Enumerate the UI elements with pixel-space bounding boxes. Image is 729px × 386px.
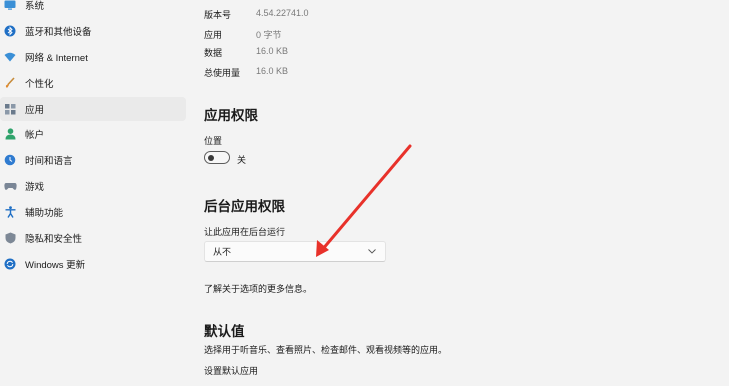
learn-more-link[interactable]: 了解关于选项的更多信息。	[204, 282, 312, 295]
sidebar-item-label: 系统	[25, 1, 45, 12]
accessibility-icon	[3, 205, 17, 219]
location-label: 位置	[204, 136, 223, 146]
settings-sidebar: 系统 蓝牙和其他设备 网络 & Internet 个性化 应用 帐户 时间和语言…	[0, 0, 190, 386]
background-permissions-title: 后台应用权限	[204, 199, 285, 214]
bluetooth-icon	[3, 24, 17, 38]
sidebar-item-label: 网络 & Internet	[25, 53, 88, 64]
sidebar-item-label: 蓝牙和其他设备	[25, 27, 92, 38]
dropdown-selected-value: 从不	[213, 247, 232, 257]
sidebar-item-accessibility[interactable]: 辅助功能	[0, 200, 186, 224]
version-label: 版本号	[204, 10, 232, 20]
defaults-description: 选择用于听音乐、查看照片、检查邮件、观看视频等的应用。	[204, 345, 448, 355]
sidebar-item-bluetooth[interactable]: 蓝牙和其他设备	[0, 19, 186, 43]
privacy-shield-icon	[3, 231, 17, 245]
app-size-label: 应用	[204, 30, 223, 40]
app-settings-content: 版本号 4.54.22741.0 应用 0 字节 数据 16.0 KB 总使用量…	[204, 0, 729, 386]
sidebar-item-windows-update[interactable]: Windows 更新	[0, 252, 186, 276]
app-size-value: 0 字节	[256, 30, 282, 40]
sidebar-item-personalization[interactable]: 个性化	[0, 71, 186, 95]
set-default-apps-link[interactable]: 设置默认应用	[204, 364, 258, 377]
sidebar-item-gaming[interactable]: 游戏	[0, 174, 186, 198]
data-size-value: 16.0 KB	[256, 46, 289, 56]
sidebar-item-privacy[interactable]: 隐私和安全性	[0, 226, 186, 250]
data-size-row: 数据 16.0 KB	[204, 46, 288, 59]
sidebar-item-network[interactable]: 网络 & Internet	[0, 45, 186, 69]
gaming-icon	[3, 179, 17, 193]
defaults-title: 默认值	[204, 324, 245, 339]
apps-icon	[3, 102, 17, 116]
sidebar-item-label: 游戏	[25, 182, 45, 193]
sidebar-item-label: 个性化	[25, 79, 54, 90]
version-row: 版本号 4.54.22741.0	[204, 8, 309, 21]
sidebar-item-accounts[interactable]: 帐户	[0, 122, 186, 146]
background-run-dropdown[interactable]: 从不	[204, 241, 386, 262]
data-size-label: 数据	[204, 48, 223, 58]
account-icon	[3, 127, 17, 141]
background-run-label: 让此应用在后台运行	[204, 227, 286, 237]
app-size-row: 应用 0 字节	[204, 28, 282, 41]
sidebar-item-label: 辅助功能	[25, 208, 64, 219]
sidebar-item-label: 应用	[25, 105, 45, 116]
windows-update-icon	[3, 257, 17, 271]
sidebar-item-system[interactable]: 系统	[0, 0, 186, 17]
version-value: 4.54.22741.0	[256, 8, 309, 18]
toggle-knob	[208, 154, 214, 161]
chevron-down-icon	[367, 247, 377, 257]
location-toggle[interactable]	[204, 151, 230, 164]
sidebar-item-label: 隐私和安全性	[25, 234, 83, 245]
sidebar-item-time-language[interactable]: 时间和语言	[0, 148, 186, 172]
total-usage-label: 总使用量	[204, 68, 241, 78]
location-toggle-state: 关	[237, 155, 247, 165]
sidebar-item-apps[interactable]: 应用	[0, 97, 186, 121]
sidebar-item-label: 时间和语言	[25, 156, 73, 167]
personalization-icon	[3, 76, 17, 90]
total-usage-row: 总使用量 16.0 KB	[204, 66, 288, 79]
network-icon	[3, 50, 17, 64]
app-permissions-title: 应用权限	[204, 108, 258, 123]
sidebar-item-label: Windows 更新	[25, 260, 86, 271]
system-icon	[3, 0, 17, 12]
total-usage-value: 16.0 KB	[256, 66, 289, 76]
sidebar-item-label: 帐户	[25, 130, 45, 141]
time-language-icon	[3, 153, 17, 167]
